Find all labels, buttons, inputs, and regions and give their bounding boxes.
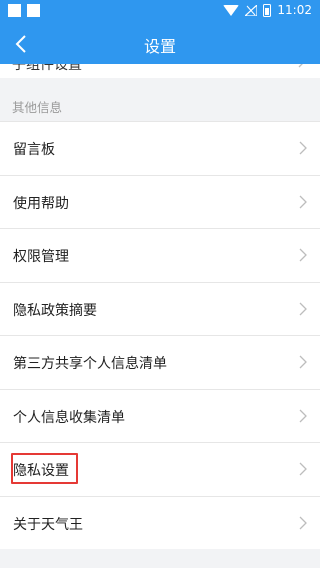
list-item-label: 隐私设置	[13, 463, 69, 479]
status-time: 11:02	[277, 3, 312, 17]
chevron-right-icon	[299, 462, 307, 476]
chevron-right-icon	[299, 141, 307, 155]
system-icons: 11:02	[223, 3, 312, 17]
battery-icon	[263, 3, 272, 17]
page-title: 设置	[143, 37, 176, 56]
list-item-permissions[interactable]: 权限管理	[0, 228, 320, 282]
list-item-label: 隐私政策摘要	[13, 302, 97, 319]
section-header-label: 其他信息	[12, 100, 63, 115]
list-item-label: 使用帮助	[13, 195, 69, 212]
list-item-label: 个人信息收集清单	[13, 409, 125, 426]
square-icon	[8, 4, 21, 17]
chevron-right-icon	[298, 64, 303, 68]
list-item-data-collection[interactable]: 个人信息收集清单	[0, 388, 320, 443]
square-icon	[27, 4, 40, 17]
list-item-partial[interactable]: 子组件设置	[0, 64, 320, 78]
chevron-right-icon	[299, 302, 307, 315]
list-item-third-party-sharing[interactable]: 第三方共享个人信息清单	[0, 335, 320, 389]
wifi-icon	[223, 4, 240, 16]
list-item-label: 留言板	[13, 142, 55, 158]
list-item-label: 子组件设置	[12, 64, 82, 73]
list-item-label: 关于天气王	[13, 516, 83, 533]
list-item-privacy-settings[interactable]: 隐私设置	[0, 442, 320, 496]
list-item-about[interactable]: 关于天气王	[0, 495, 320, 550]
list-item-label: 第三方共享个人信息清单	[13, 356, 167, 372]
chevron-right-icon	[299, 409, 307, 422]
chevron-right-icon	[299, 355, 307, 369]
section-header: 其他信息	[0, 86, 320, 122]
signal-icon	[245, 4, 258, 16]
app-bar: 设置	[0, 24, 320, 64]
status-bar: 11:02	[0, 0, 320, 24]
settings-list: 留言板 使用帮助 权限管理 隐私政策摘要 第三方共享个人信息清单 个人信息收集清…	[0, 121, 320, 549]
chevron-right-icon	[299, 248, 307, 262]
list-item-privacy-summary[interactable]: 隐私政策摘要	[0, 281, 320, 336]
list-item-label: 权限管理	[13, 249, 69, 265]
bottom-spacer	[0, 549, 320, 568]
chevron-right-icon	[299, 516, 307, 529]
list-item-help[interactable]: 使用帮助	[0, 174, 320, 229]
notification-icons	[8, 4, 40, 17]
list-item-message-board[interactable]: 留言板	[0, 121, 320, 175]
chevron-right-icon	[299, 195, 307, 208]
